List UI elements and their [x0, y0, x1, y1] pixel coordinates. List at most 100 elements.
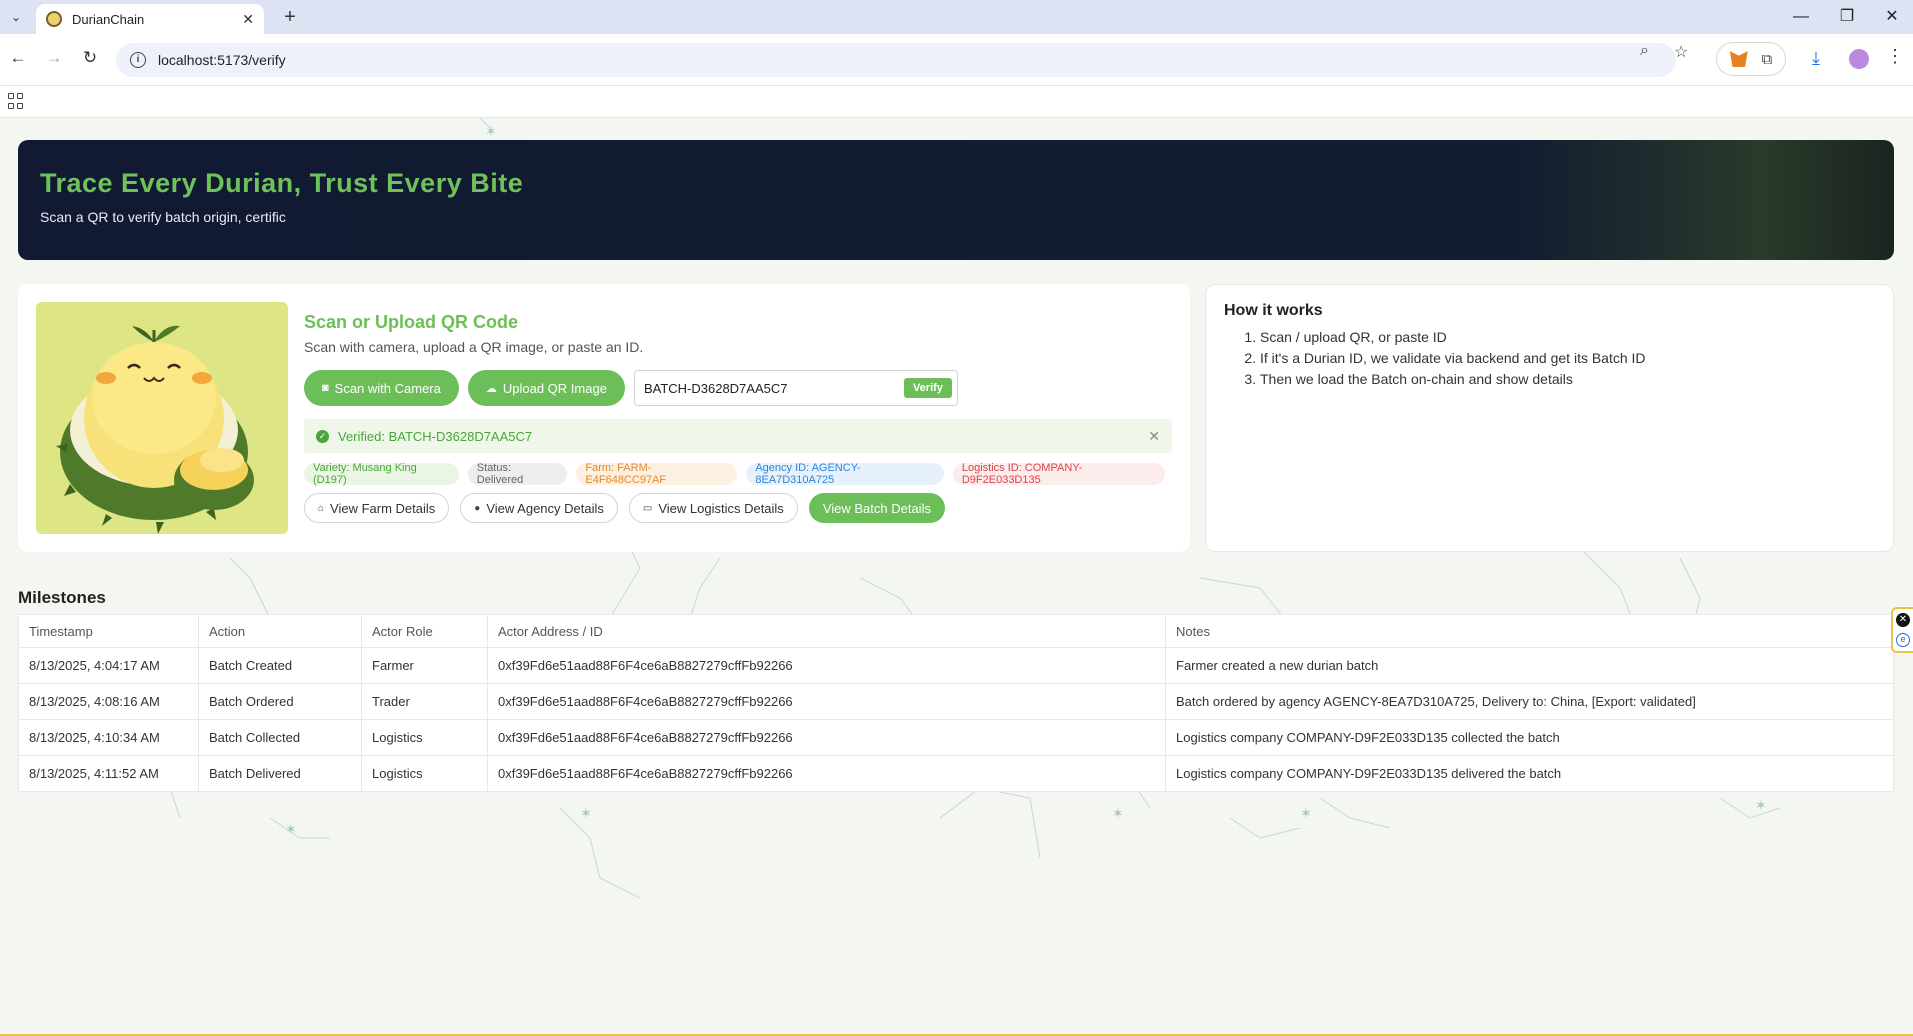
metamask-icon[interactable] [1729, 51, 1748, 67]
cell-role: Logistics [361, 755, 488, 792]
address-bar[interactable]: i localhost:5173/verify [116, 43, 1676, 77]
table-row: 8/13/2025, 4:10:34 AM Batch Collected Lo… [18, 719, 1894, 756]
how-it-works-card: How it works Scan / upload QR, or paste … [1205, 284, 1894, 552]
col-actor-address: Actor Address / ID [487, 614, 1166, 648]
scan-camera-label: Scan with Camera [334, 380, 441, 396]
browser-toolbar: ← → ↻ i localhost:5173/verify ⌕ ☆ ⧉ ⤓ ⋮ [0, 34, 1913, 86]
restore-icon[interactable]: ❐ [1824, 4, 1870, 30]
scan-card: Scan or Upload QR Code Scan with camera,… [18, 284, 1190, 552]
cell-role: Logistics [361, 719, 488, 756]
browser-tab[interactable]: DurianChain ✕ [36, 4, 264, 34]
hero-banner: Trace Every Durian, Trust Every Bite Sca… [18, 140, 1894, 260]
logistics-tag: Logistics ID: COMPANY-D9F2E033D135 [952, 462, 1166, 486]
scan-subtitle: Scan with camera, upload a QR image, or … [304, 339, 644, 355]
col-timestamp: Timestamp [18, 614, 199, 648]
view-logistics-button[interactable]: ▭ View Logistics Details [628, 493, 798, 523]
detail-links: ⌂ View Farm Details ● View Agency Detail… [304, 493, 1174, 523]
reload-icon[interactable]: ↻ [78, 48, 102, 68]
browser-menu-icon[interactable]: ⋮ [1886, 46, 1904, 67]
verify-button[interactable]: Verify [903, 378, 952, 398]
table-row: 8/13/2025, 4:11:52 AM Batch Delivered Lo… [18, 755, 1894, 792]
widget-extension-icon[interactable]: e [1896, 633, 1910, 647]
bookmarks-bar [0, 86, 1913, 118]
cell-notes: Logistics company COMPANY-D9F2E033D135 d… [1165, 755, 1894, 792]
cell-timestamp: 8/13/2025, 4:11:52 AM [18, 755, 199, 792]
variety-tag: Variety: Musang King (D197) [304, 462, 459, 486]
svg-text:✶: ✶ [1112, 806, 1124, 822]
table-row: 8/13/2025, 4:08:16 AM Batch Ordered Trad… [18, 683, 1894, 720]
tab-search-chevron-icon[interactable]: ⌄ [4, 6, 28, 28]
tab-close-icon[interactable]: ✕ [242, 11, 254, 28]
cell-notes: Farmer created a new durian batch [1165, 647, 1894, 684]
scan-actions: ◙ Scan with Camera ☁ Upload QR Image Ver… [304, 370, 1174, 406]
page-content: ✶✶✶ ✶✶✶ ✶✶✶ ✶✶✶ ✶✶✶ ✶✶✶ Trace Every Duri… [0, 118, 1913, 1036]
view-farm-label: View Farm Details [330, 500, 436, 516]
view-agency-label: View Agency Details [486, 500, 604, 516]
camera-icon: ◙ [322, 382, 329, 394]
extensions-group: ⧉ [1716, 42, 1786, 76]
table-header-row: Timestamp Action Actor Role Actor Addres… [18, 614, 1894, 648]
table-row: 8/13/2025, 4:04:17 AM Batch Created Farm… [18, 647, 1894, 684]
back-icon[interactable]: ← [6, 48, 30, 68]
upload-qr-button[interactable]: ☁ Upload QR Image [467, 370, 625, 406]
bookmark-star-icon[interactable]: ☆ [1674, 42, 1688, 62]
new-tab-icon[interactable]: + [278, 6, 302, 28]
how-step: Then we load the Batch on-chain and show… [1260, 369, 1875, 390]
cell-role: Trader [361, 683, 488, 720]
profile-avatar[interactable] [1849, 49, 1869, 69]
svg-text:✶: ✶ [485, 124, 497, 140]
upload-qr-label: Upload QR Image [502, 380, 607, 396]
url-text: localhost:5173/verify [158, 52, 286, 68]
verified-text: Verified: BATCH-D3628D7AA5C7 [338, 428, 533, 444]
cell-action: Batch Ordered [198, 683, 362, 720]
svg-text:✶: ✶ [1755, 798, 1767, 814]
dismiss-alert-icon[interactable]: ✕ [1148, 428, 1160, 445]
site-info-icon[interactable]: i [130, 52, 146, 68]
cell-address: 0xf39Fd6e51aad88F6F4ce6aB8827279cffFb922… [487, 647, 1166, 684]
upload-cloud-icon: ☁ [485, 382, 497, 395]
cell-action: Batch Created [198, 647, 362, 684]
verified-alert: ✓ Verified: BATCH-D3628D7AA5C7 ✕ [304, 419, 1172, 453]
apps-grid-icon[interactable] [8, 93, 24, 109]
view-agency-button[interactable]: ● View Agency Details [460, 493, 618, 523]
batch-tags: Variety: Musang King (D197) Status: Deli… [304, 462, 1174, 486]
view-farm-button[interactable]: ⌂ View Farm Details [304, 493, 450, 523]
truck-icon: ▭ [642, 502, 653, 514]
window-close-icon[interactable]: ✕ [1869, 4, 1913, 30]
widget-close-icon[interactable]: ✕ [1896, 613, 1910, 627]
cell-address: 0xf39Fd6e51aad88F6F4ce6aB8827279cffFb922… [487, 683, 1166, 720]
status-tag: Status: Delivered [467, 462, 568, 486]
agency-tag: Agency ID: AGENCY-8EA7D310A725 [746, 462, 944, 486]
browser-tabbar: ⌄ DurianChain ✕ + — ❐ ✕ [0, 0, 1913, 34]
col-notes: Notes [1165, 614, 1894, 648]
milestones-title: Milestones [18, 588, 106, 607]
how-steps: Scan / upload QR, or paste ID If it's a … [1224, 327, 1875, 390]
batch-id-input[interactable] [643, 380, 904, 396]
minimize-icon[interactable]: — [1778, 4, 1824, 30]
forward-icon[interactable]: → [42, 48, 66, 68]
view-batch-button[interactable]: View Batch Details [808, 493, 945, 523]
cell-action: Batch Delivered [198, 755, 362, 792]
how-title: How it works [1224, 302, 1323, 319]
durian-favicon-icon [46, 11, 62, 27]
download-icon[interactable]: ⤓ [1812, 48, 1820, 69]
hero-title: Trace Every Durian, Trust Every Bite [40, 168, 524, 198]
scan-panel: Scan or Upload QR Code Scan with camera,… [304, 312, 1174, 523]
zoom-icon[interactable]: ⌕ [1640, 42, 1649, 60]
cell-address: 0xf39Fd6e51aad88F6F4ce6aB8827279cffFb922… [487, 719, 1166, 756]
scan-title: Scan or Upload QR Code [304, 312, 519, 332]
extensions-icon[interactable]: ⧉ [1761, 51, 1772, 68]
user-icon: ● [474, 502, 481, 514]
hero-subtitle: Scan a QR to verify batch origin, certif… [40, 209, 286, 225]
batch-id-field: Verify [633, 370, 958, 406]
cell-notes: Batch ordered by agency AGENCY-8EA7D310A… [1165, 683, 1894, 720]
svg-text:✶: ✶ [285, 822, 297, 838]
check-circle-icon: ✓ [316, 429, 329, 443]
floating-side-widget: ✕ e [1891, 607, 1913, 653]
durian-mascot-image [36, 302, 288, 534]
svg-text:✶: ✶ [1300, 806, 1312, 822]
cell-address: 0xf39Fd6e51aad88F6F4ce6aB8827279cffFb922… [487, 755, 1166, 792]
how-step: If it's a Durian ID, we validate via bac… [1260, 348, 1875, 369]
farm-tag: Farm: FARM-E4F648CC97AF [576, 462, 738, 486]
scan-camera-button[interactable]: ◙ Scan with Camera [304, 370, 459, 406]
